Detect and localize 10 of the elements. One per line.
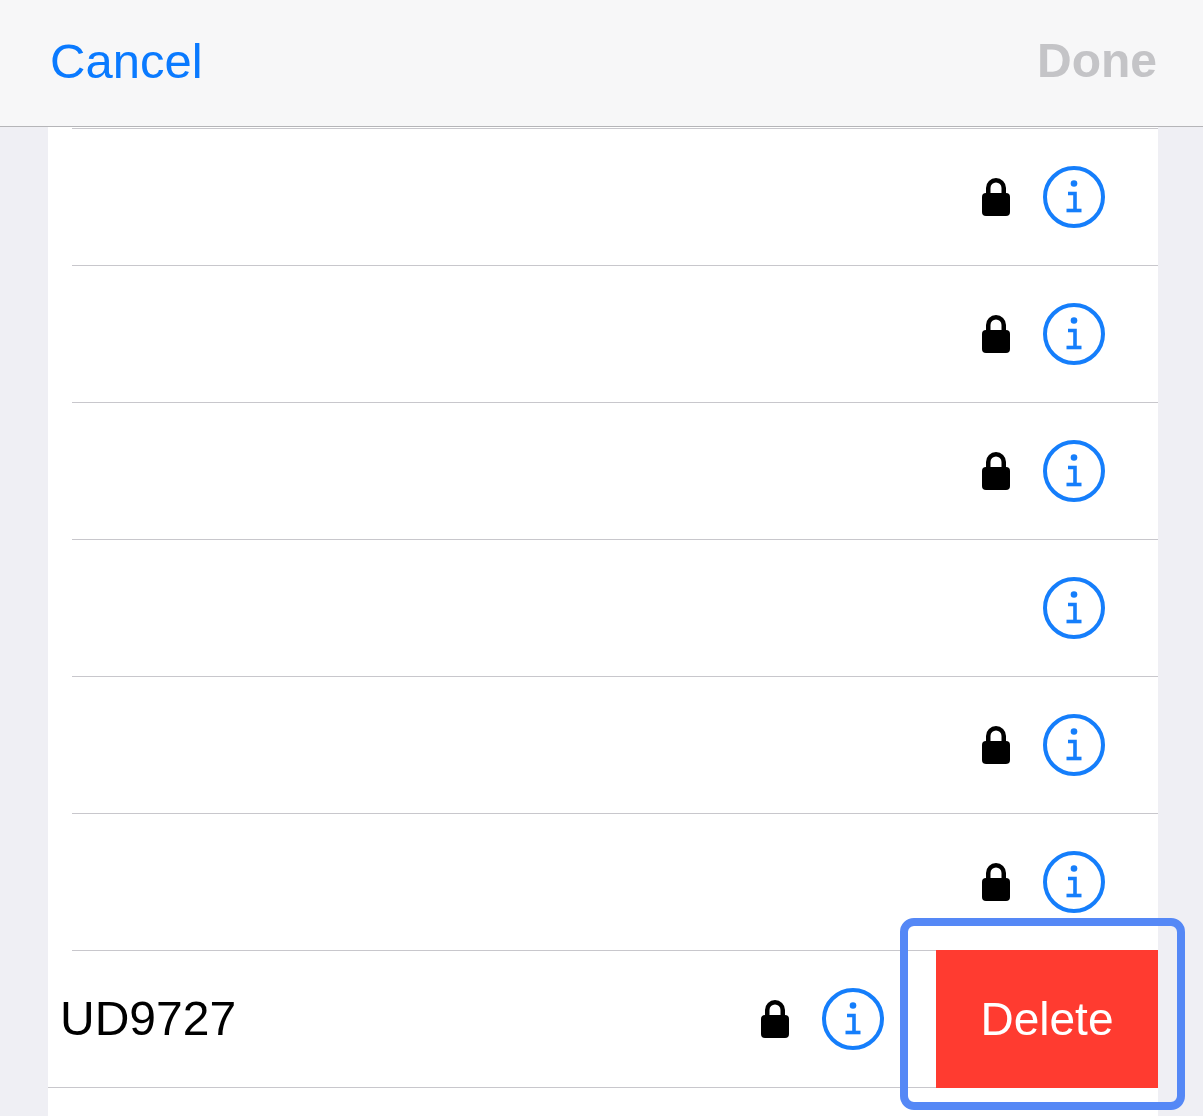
info-icon[interactable]	[822, 988, 884, 1050]
cancel-button[interactable]: Cancel	[50, 32, 203, 90]
info-icon[interactable]	[1043, 166, 1105, 228]
info-icon[interactable]	[1043, 577, 1105, 639]
delete-button[interactable]: Delete	[936, 950, 1158, 1088]
info-icon[interactable]	[1043, 440, 1105, 502]
info-icon[interactable]	[1043, 303, 1105, 365]
row-title: UD9727	[60, 991, 237, 1047]
info-icon[interactable]	[1043, 851, 1105, 913]
info-icon[interactable]	[1043, 714, 1105, 776]
